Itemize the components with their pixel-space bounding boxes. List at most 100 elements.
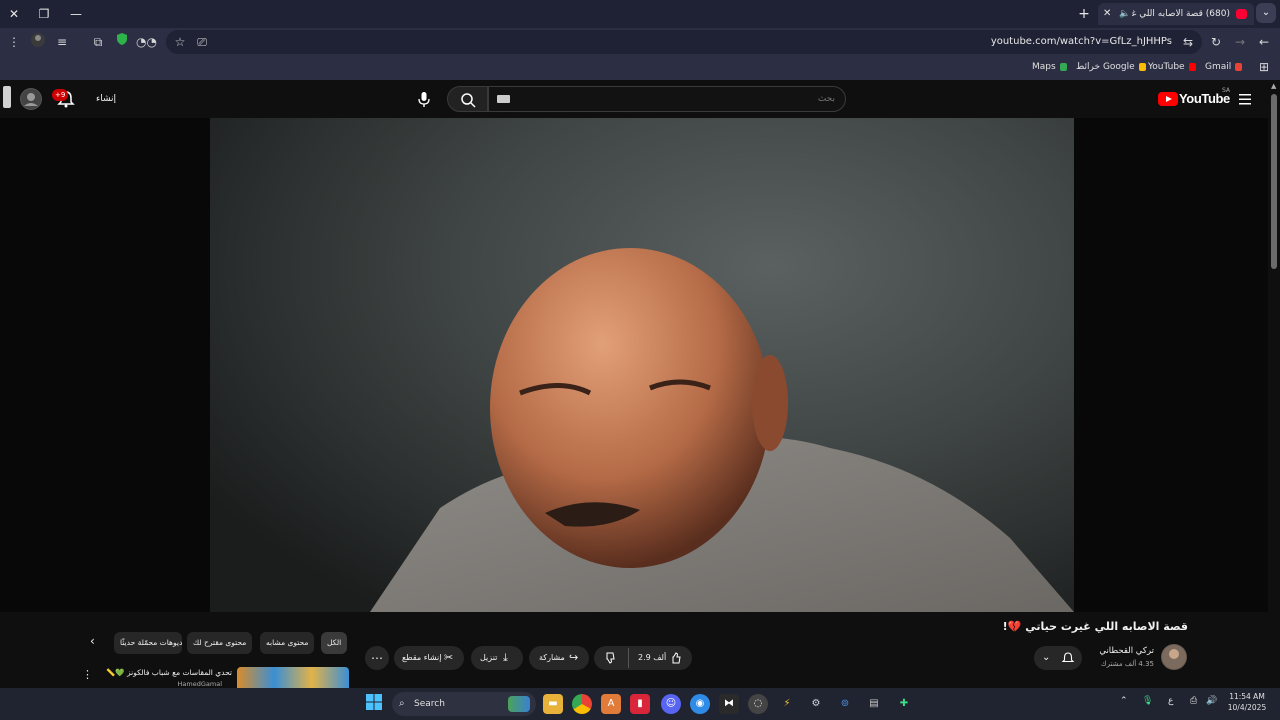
app-red-icon[interactable]: ▮ (630, 694, 650, 714)
share-button[interactable]: مشاركة ↪ (529, 646, 589, 670)
scissors-icon: ✂ (444, 651, 454, 664)
subscribe-bell-button[interactable]: ⌄ (1034, 646, 1082, 670)
reload-icon[interactable]: ↻ (1206, 32, 1226, 52)
site-settings-icon[interactable]: ⇆ (1178, 32, 1198, 52)
vpn-shield-icon[interactable] (112, 32, 132, 52)
app-a-icon[interactable]: A (601, 694, 621, 714)
clip-button[interactable]: إنشاء مقطع ✂ (394, 646, 464, 670)
reading-list-icon[interactable]: ≡ (52, 32, 72, 52)
new-tab-button[interactable]: + (1076, 4, 1092, 24)
tab-close-icon[interactable]: ✕ (1103, 3, 1111, 25)
search-button[interactable] (447, 86, 488, 112)
browser-tab[interactable]: ✕ 🔈 (680) قصة الاصابه اللي غيرت (1098, 3, 1254, 25)
video-frame[interactable] (210, 118, 1074, 612)
clip-label: إنشاء مقطع (402, 653, 442, 662)
recommendation-title[interactable]: تحدي المقاسات مع شباب فالكونز 💚📏 (100, 668, 232, 677)
subscriber-count: 4.35 ألف مشترك (1100, 660, 1154, 668)
scroll-up-icon[interactable]: ▲ (1271, 82, 1276, 90)
like-count[interactable]: 2.9 ألف (638, 646, 666, 670)
chip-similar[interactable]: محتوى مشابه (260, 632, 315, 654)
show-hidden-icons-icon[interactable]: ⌃ (1120, 696, 1128, 706)
tab-title: (680) قصة الاصابه اللي غيرت (1132, 9, 1230, 19)
speaker-icon[interactable]: 🔈 (1119, 3, 1130, 25)
chevron-left-icon[interactable]: ‹ (90, 634, 95, 648)
bookmark-star-icon[interactable]: ☆ (170, 32, 190, 52)
tab-strip: ✕ ❐ — + ✕ 🔈 (680) قصة الاصابه اللي غيرت … (0, 0, 1280, 28)
bookmark-maps[interactable]: Maps (1032, 56, 1067, 78)
side-panel-handle[interactable] (3, 86, 11, 108)
more-actions-icon[interactable]: ⋯ (365, 646, 389, 670)
search-input[interactable] (489, 87, 845, 111)
app-browser-icon[interactable]: ⊚ (835, 694, 855, 714)
scrollbar-thumb[interactable] (1271, 94, 1277, 269)
forward-icon[interactable]: → (1230, 32, 1250, 52)
cast-icon[interactable]: ⎚ (192, 32, 212, 52)
create-button[interactable]: إنشاء + (96, 86, 136, 134)
share-label: مشاركة (539, 653, 565, 662)
country-code: SA (1222, 87, 1231, 94)
divider (628, 648, 629, 668)
taskbar-search[interactable]: ⌕ Search (392, 692, 536, 716)
network-icon[interactable]: ⎙ (1190, 696, 1197, 706)
share-icon: ↪ (569, 651, 579, 664)
recommendation-menu-icon[interactable]: ⋮ (82, 668, 93, 681)
windows-start-icon[interactable] (364, 694, 384, 714)
bookmark-google-maps[interactable]: خرائط Google (1076, 56, 1146, 78)
restore-window-icon[interactable]: ❐ (34, 4, 54, 24)
chip-all[interactable]: الكل (321, 632, 348, 654)
app-circle-icon[interactable]: ◌ (748, 694, 768, 714)
epic-games-icon[interactable]: ▤ (864, 694, 884, 714)
app-blue-icon[interactable]: ◉ (690, 694, 710, 714)
microphone-icon[interactable] (414, 89, 434, 109)
apps-grid-icon[interactable]: ⊞ (1254, 57, 1274, 77)
kebab-menu-icon[interactable]: ⋮ (4, 32, 24, 52)
avatar[interactable] (20, 88, 42, 110)
bookmark-youtube[interactable]: YouTube (1148, 56, 1196, 78)
notification-count-badge: +9 (52, 89, 69, 101)
extensions-icon[interactable]: ⧉ (88, 32, 108, 52)
chip-recent-uploads[interactable]: فيديوهات محمّلة حديثًا (114, 632, 182, 654)
page-scrollbar[interactable]: ▲ (1268, 80, 1280, 688)
volume-icon[interactable]: 🔊 (1206, 696, 1217, 706)
back-icon[interactable]: ← (1254, 32, 1274, 52)
recommendation-thumbnail[interactable] (237, 667, 349, 688)
recommendation-channel[interactable]: HamedGamal (150, 680, 222, 688)
dislike-icon[interactable] (604, 651, 618, 675)
download-icon: ⤓ (503, 651, 508, 664)
download-button[interactable]: تنزيل ⤓ (471, 646, 523, 670)
url-text[interactable]: youtube.com/watch?v=GfLz_hJHHPs (991, 30, 1172, 54)
browser-toolbar: ⋮ ≡ ⧉ ◔◔ ☆ ⎚ youtube.com/watch?v=GfLz_hJ… (0, 28, 1280, 56)
input-language[interactable]: ع (1168, 696, 1173, 706)
search-box[interactable] (488, 86, 846, 112)
file-explorer-icon[interactable]: ▬ (543, 694, 563, 714)
like-icon[interactable] (670, 651, 684, 675)
close-window-icon[interactable]: ✕ (4, 4, 24, 24)
capcut-icon[interactable]: ⧓ (719, 694, 739, 714)
app-green-icon[interactable]: ✚ (894, 694, 914, 714)
youtube-play-icon (1158, 92, 1178, 106)
video-title: قصة الاصابه اللي غيرت حياتي 💔! (1002, 620, 1188, 633)
tab-search-icon[interactable]: ⌄ (1256, 3, 1276, 23)
search-icon (461, 93, 476, 108)
profile-avatar-icon[interactable] (28, 32, 48, 52)
discord-icon[interactable]: ☺ (661, 694, 681, 714)
app-lightning-icon[interactable]: ⚡ (777, 694, 797, 714)
channel-avatar[interactable] (1161, 644, 1187, 670)
chip-recommended[interactable]: محتوى مقترح لك (187, 632, 253, 654)
steam-icon[interactable]: ⚙ (806, 694, 826, 714)
taskbar-search-label: Search (414, 699, 445, 709)
maps-pin-icon (1138, 62, 1146, 71)
minimize-window-icon[interactable]: — (66, 4, 86, 24)
gmail-icon (1235, 62, 1243, 71)
hamburger-menu-icon[interactable] (1236, 89, 1254, 109)
search-highlight-icon (508, 696, 530, 712)
video-player[interactable] (0, 118, 1268, 612)
youtube-icon (1188, 62, 1196, 71)
channel-name[interactable]: تركي القحطاني (1084, 646, 1154, 656)
bookmark-gmail[interactable]: Gmail (1205, 56, 1243, 78)
chrome-icon[interactable] (572, 694, 592, 714)
microphone-icon[interactable]: 🎙 (1142, 696, 1153, 706)
address-bar[interactable]: ☆ ⎚ youtube.com/watch?v=GfLz_hJHHPs ⇆ (166, 30, 1202, 54)
clock[interactable]: 11:54 AM 10/4/2025 (1226, 692, 1268, 712)
extension-glasses-icon[interactable]: ◔◔ (136, 32, 157, 52)
